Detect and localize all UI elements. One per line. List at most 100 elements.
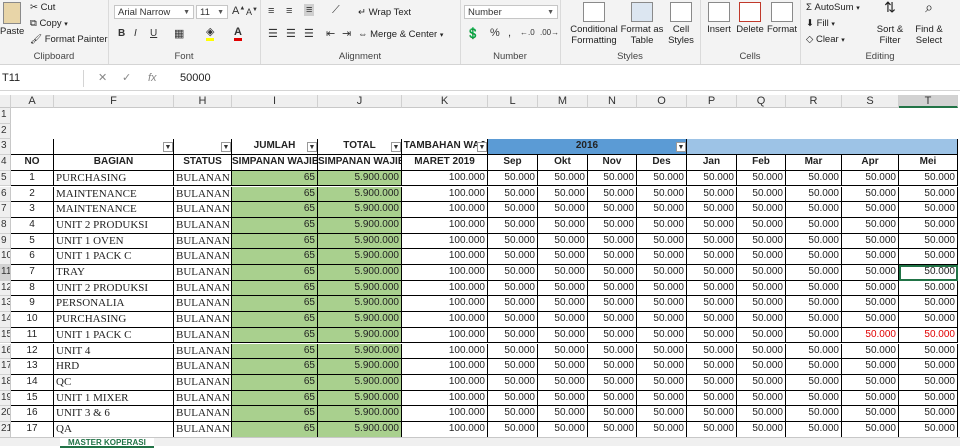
month-cell[interactable]: 50.000 [637, 280, 687, 297]
find-select-button[interactable]: ⌕ Find & Select [910, 0, 948, 46]
cell-styles-button[interactable]: Cell Styles [664, 2, 698, 46]
row-no[interactable]: 2 [11, 186, 54, 203]
row-header[interactable]: 1 [0, 108, 11, 124]
tambahan-cell[interactable]: 100.000 [402, 202, 488, 218]
month-cell[interactable]: 50.000 [637, 343, 687, 360]
align-right-icon[interactable]: ☰ [304, 27, 314, 40]
jumlah-cell[interactable]: 65 [232, 312, 318, 328]
total-cell[interactable]: 5.900.000 [318, 249, 402, 265]
month-cell[interactable]: 50.000 [488, 265, 538, 281]
fill-button[interactable]: ⬇ Fill ▾ [806, 18, 835, 29]
month-cell[interactable]: 50.000 [588, 202, 637, 218]
row-header[interactable]: 21 [0, 422, 11, 438]
copy-button[interactable]: ⧉ Copy ▾ [30, 18, 68, 29]
month-cell[interactable]: 50.000 [786, 186, 842, 203]
month-cell[interactable]: 50.000 [786, 359, 842, 375]
row-header[interactable]: 15 [0, 327, 11, 344]
month-cell[interactable]: 50.000 [786, 217, 842, 234]
bagian-cell[interactable]: UNIT 4 [54, 343, 174, 360]
month-cell[interactable]: 50.000 [538, 343, 588, 360]
jumlah-cell[interactable]: 65 [232, 249, 318, 265]
column-header-o[interactable]: O [637, 95, 687, 108]
total-cell[interactable]: 5.900.000 [318, 265, 402, 281]
row-header[interactable]: 11 [0, 265, 11, 281]
column-header-s[interactable]: S [842, 95, 899, 108]
month-cell[interactable]: 50.000 [899, 186, 958, 203]
month-cell[interactable]: 50.000 [488, 186, 538, 203]
month-cell[interactable]: 50.000 [588, 374, 637, 391]
month-cell[interactable]: 50.000 [899, 249, 958, 265]
row-no[interactable]: 12 [11, 343, 54, 360]
increase-font-icon[interactable]: A▲ [232, 5, 245, 17]
filter-dropdown-icon[interactable]: ▼ [221, 142, 231, 153]
month-cell[interactable]: 50.000 [588, 422, 637, 438]
row-header[interactable]: 9 [0, 233, 11, 250]
month-cell[interactable]: 50.000 [538, 280, 588, 297]
month-cell[interactable]: 50.000 [488, 390, 538, 407]
row-header[interactable]: 6 [0, 186, 11, 203]
align-left-icon[interactable]: ☰ [268, 27, 278, 40]
tambahan-cell[interactable]: 100.000 [402, 249, 488, 265]
month-cell[interactable]: 50.000 [637, 217, 687, 234]
row-no[interactable]: 5 [11, 233, 54, 250]
total-cell[interactable]: 5.900.000 [318, 186, 402, 203]
row-header[interactable]: 13 [0, 296, 11, 313]
month-cell[interactable]: 50.000 [687, 343, 737, 360]
tambahan-cell[interactable]: 100.000 [402, 359, 488, 375]
jumlah-cell[interactable]: 65 [232, 359, 318, 375]
month-cell[interactable]: 50.000 [786, 249, 842, 265]
row-header[interactable]: 18 [0, 374, 11, 391]
status-cell[interactable]: BULANAN [174, 296, 232, 313]
month-cell[interactable]: 50.000 [488, 170, 538, 187]
month-cell[interactable]: 50.000 [737, 390, 786, 407]
column-header-i[interactable]: I [232, 95, 318, 108]
month-cell[interactable]: 50.000 [737, 202, 786, 218]
row-no[interactable]: 8 [11, 280, 54, 297]
bagian-cell[interactable]: TRAY [54, 265, 174, 281]
status-cell[interactable]: BULANAN [174, 217, 232, 234]
jumlah-cell[interactable]: 65 [232, 265, 318, 281]
tambahan-cell[interactable]: 100.000 [402, 390, 488, 407]
row-header[interactable]: 10 [0, 249, 11, 265]
status-cell[interactable]: BULANAN [174, 312, 232, 328]
jumlah-cell[interactable]: 65 [232, 390, 318, 407]
status-cell[interactable]: BULANAN [174, 422, 232, 438]
month-cell[interactable]: 50.000 [899, 170, 958, 187]
month-cell[interactable]: 50.000 [737, 217, 786, 234]
row-header[interactable]: 17 [0, 359, 11, 375]
column-header-a[interactable]: A [11, 95, 54, 108]
month-cell[interactable]: 50.000 [488, 280, 538, 297]
total-cell[interactable]: 5.900.000 [318, 406, 402, 422]
month-cell[interactable]: 50.000 [488, 233, 538, 250]
month-cell[interactable]: 50.000 [538, 249, 588, 265]
month-cell[interactable]: 50.000 [538, 202, 588, 218]
total-cell[interactable]: 5.900.000 [318, 280, 402, 297]
month-cell[interactable]: 50.000 [899, 343, 958, 360]
row-no[interactable]: 14 [11, 374, 54, 391]
total-cell[interactable]: 5.900.000 [318, 202, 402, 218]
decrease-decimal-icon[interactable]: .00→ [540, 28, 559, 37]
tambahan-cell[interactable]: 100.000 [402, 343, 488, 360]
bagian-cell[interactable]: QA [54, 422, 174, 438]
month-cell[interactable]: 50.000 [488, 217, 538, 234]
month-cell[interactable]: 50.000 [538, 265, 588, 281]
month-cell[interactable]: 50.000 [786, 327, 842, 344]
total-cell[interactable]: 5.900.000 [318, 422, 402, 438]
month-cell[interactable]: 50.000 [899, 202, 958, 218]
month-cell[interactable]: 50.000 [687, 390, 737, 407]
month-cell[interactable]: 50.000 [737, 343, 786, 360]
font-size-select[interactable]: 11 ▼ [196, 5, 228, 19]
row-header[interactable]: 8 [0, 217, 11, 234]
cancel-icon[interactable]: ✕ [98, 70, 107, 87]
align-center-icon[interactable]: ☰ [286, 27, 296, 40]
bagian-cell[interactable]: HRD [54, 359, 174, 375]
total-cell[interactable]: 5.900.000 [318, 233, 402, 250]
row-no[interactable]: 15 [11, 390, 54, 407]
tambahan-cell[interactable]: 100.000 [402, 217, 488, 234]
enter-icon[interactable]: ✓ [122, 70, 131, 87]
status-cell[interactable]: BULANAN [174, 343, 232, 360]
tambahan-cell[interactable]: 100.000 [402, 327, 488, 344]
month-cell[interactable]: 50.000 [842, 217, 899, 234]
tambahan-cell[interactable]: 100.000 [402, 312, 488, 328]
status-cell[interactable]: BULANAN [174, 186, 232, 203]
